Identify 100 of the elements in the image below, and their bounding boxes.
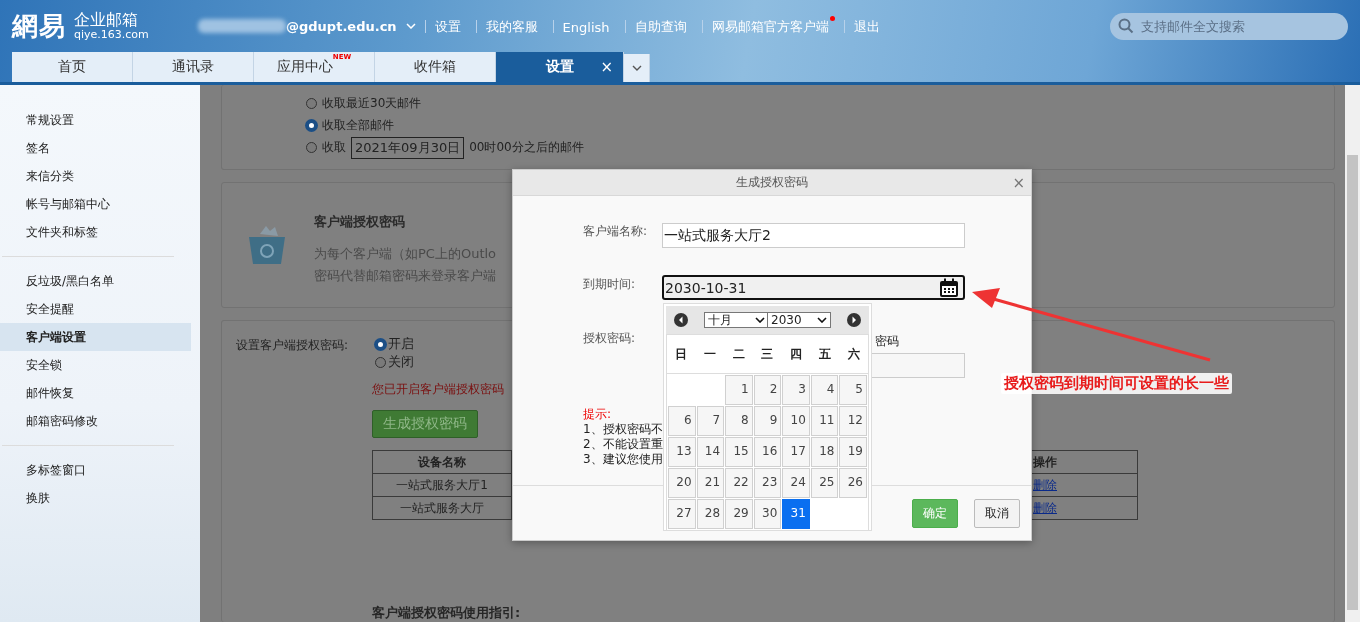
day-cell[interactable]: 27: [668, 499, 696, 529]
sidebar-item[interactable]: 换肤: [0, 484, 191, 512]
section-title: 客户端授权密码: [314, 213, 406, 232]
chevron-down-icon: [755, 317, 765, 323]
sidebar-item[interactable]: 文件夹和标签: [0, 218, 191, 246]
column-header: 设备名称: [372, 450, 512, 474]
sidebar-item[interactable]: 常规设置: [0, 106, 191, 134]
tab[interactable]: 通讯录: [133, 52, 254, 82]
day-cell[interactable]: 11: [810, 406, 839, 436]
day-cell[interactable]: 24: [782, 468, 810, 498]
day-cell[interactable]: 31: [782, 499, 810, 529]
logo-domain: qiye.163.com: [74, 28, 149, 41]
radio-button[interactable]: [375, 338, 387, 350]
day-cell[interactable]: 5: [839, 375, 867, 405]
day-cell[interactable]: 8: [725, 406, 753, 436]
sidebar-item[interactable]: 邮箱密码修改: [0, 407, 191, 435]
annotation-text: 授权密码到期时间可设置的长一些: [1001, 373, 1232, 394]
day-cell[interactable]: 28: [696, 499, 725, 529]
tab[interactable]: 收件箱: [375, 52, 496, 82]
day-cell[interactable]: 23: [753, 468, 782, 498]
password-field[interactable]: [869, 353, 965, 378]
hint-title: 提示:: [583, 407, 613, 422]
sidebar-item[interactable]: 多标签窗口: [0, 456, 191, 484]
sidebar-item[interactable]: 邮件恢复: [0, 379, 191, 407]
sidebar-item[interactable]: 反垃圾/黑白名单: [0, 267, 191, 295]
scrollbar-thumb[interactable]: [1347, 155, 1358, 610]
hint-text: 3、建议您使用: [583, 452, 663, 467]
table-cell: 一站式服务大厅: [372, 496, 512, 520]
radio-button[interactable]: [306, 142, 317, 153]
radio-label: 收取: [322, 139, 346, 156]
day-cell[interactable]: 9: [753, 406, 782, 436]
day-cell[interactable]: 3: [782, 375, 810, 405]
more-tabs-button[interactable]: [624, 54, 650, 82]
day-cell[interactable]: 18: [810, 437, 839, 467]
hint-text: 1、授权密码不: [583, 422, 663, 437]
day-cell[interactable]: 19: [839, 437, 867, 467]
weekday-label: 五: [817, 345, 832, 363]
day-cell[interactable]: 21: [696, 468, 725, 498]
year-select[interactable]: 2030: [767, 312, 831, 328]
day-cell[interactable]: 25: [810, 468, 839, 498]
close-button[interactable]: ×: [1012, 173, 1025, 192]
day-cell[interactable]: 10: [782, 406, 810, 436]
notice-text: 您已开启客户端授权密码: [372, 381, 504, 398]
table-cell: 一站式服务大厅1: [372, 473, 512, 497]
search-icon: [1118, 18, 1134, 34]
chevron-down-icon[interactable]: [405, 23, 416, 29]
cancel-button[interactable]: 取消: [974, 499, 1020, 528]
weekday-label: 日: [674, 345, 689, 363]
sidebar-item[interactable]: 签名: [0, 134, 191, 162]
day-cell[interactable]: 12: [839, 406, 867, 436]
weekday-label: 二: [731, 345, 746, 363]
weekday-label: 一: [703, 345, 718, 363]
day-cell[interactable]: 1: [725, 375, 753, 405]
day-cell[interactable]: 20: [668, 468, 696, 498]
tab[interactable]: 应用中心$^{NEW}$: [254, 52, 375, 82]
date-field[interactable]: 2021年09月30日: [351, 136, 465, 159]
search-box[interactable]: 支持邮件全文搜索: [1110, 12, 1348, 40]
chevron-down-icon: [631, 65, 642, 71]
sidebar-item[interactable]: 帐号与邮箱中心: [0, 190, 191, 218]
radio-suffix: 00时00分之后的邮件: [469, 139, 584, 156]
day-cell[interactable]: 16: [753, 437, 782, 467]
day-cell[interactable]: 15: [725, 437, 753, 467]
day-cell[interactable]: 26: [839, 468, 867, 498]
day-cell[interactable]: 2: [753, 375, 782, 405]
field-label: 到期时间:: [583, 276, 636, 293]
weekday-label: 四: [789, 345, 804, 363]
radio-button[interactable]: [306, 98, 317, 109]
field-label: 客户端名称:: [583, 223, 648, 240]
radio-label: 关闭: [388, 353, 415, 371]
day-cell[interactable]: 13: [668, 437, 696, 467]
tab[interactable]: 首页: [12, 52, 133, 82]
radio-button[interactable]: [306, 120, 317, 131]
sidebar-item[interactable]: 安全提醒: [0, 295, 191, 323]
day-cell[interactable]: 17: [782, 437, 810, 467]
option-text: 密码: [875, 333, 899, 350]
day-cell[interactable]: 22: [725, 468, 753, 498]
tab[interactable]: 设置 ×: [496, 52, 624, 82]
sidebar-item[interactable]: 来信分类: [0, 162, 191, 190]
search-field[interactable]: 支持邮件全文搜索: [1139, 17, 1343, 35]
day-cell[interactable]: 6: [668, 406, 696, 436]
calendar-icon[interactable]: [939, 277, 959, 298]
setting-label: 设置客户端授权密码:: [236, 337, 349, 354]
sidebar-item[interactable]: 客户端设置: [0, 323, 191, 351]
day-cell[interactable]: 30: [753, 499, 782, 529]
sidebar-item[interactable]: 安全锁: [0, 351, 191, 379]
name-field[interactable]: 一站式服务大厅2: [662, 223, 965, 248]
radio-button[interactable]: [375, 356, 387, 368]
next-icon[interactable]: [847, 313, 861, 327]
dialog-title: 生成授权密码: [736, 174, 808, 191]
day-cell[interactable]: 29: [725, 499, 753, 529]
month-select[interactable]: 十月: [704, 312, 769, 328]
day-cell[interactable]: 14: [696, 437, 725, 467]
close-tab-button[interactable]: ×: [600, 58, 613, 76]
recycle-bin-icon: [246, 224, 288, 267]
day-cell[interactable]: 7: [696, 406, 725, 436]
field-label: 授权密码:: [583, 330, 636, 347]
day-cell[interactable]: 4: [810, 375, 839, 405]
expiry-date-field[interactable]: 2030-10-31: [662, 275, 965, 300]
logo-mark: 網易: [12, 9, 66, 43]
previous-icon[interactable]: [674, 313, 688, 327]
